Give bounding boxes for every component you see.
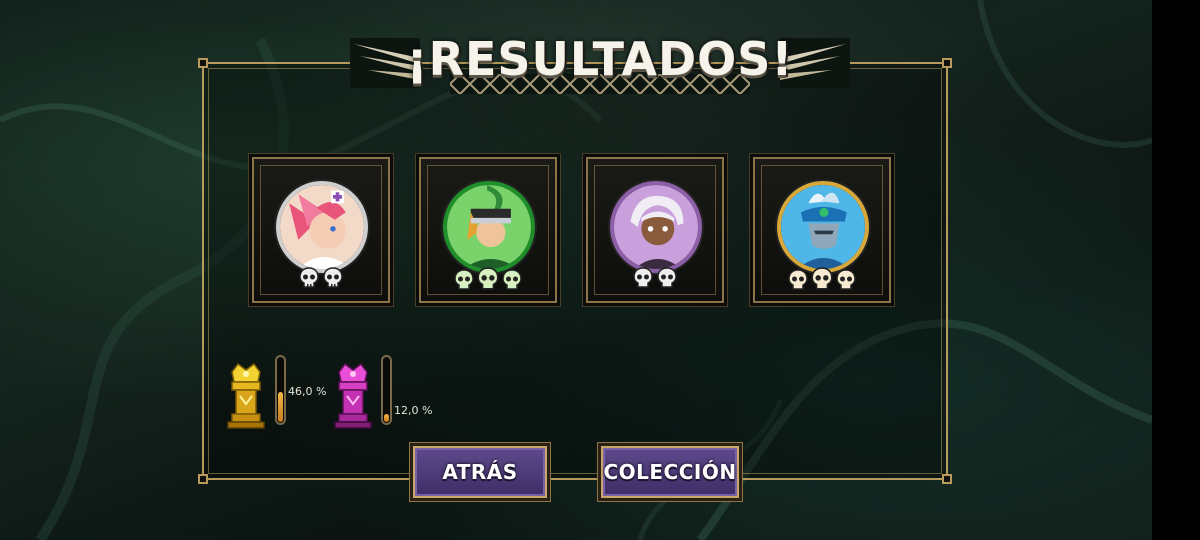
- skull-icon: [322, 267, 343, 288]
- panel-corner: [198, 58, 208, 68]
- progress-fill: [278, 391, 283, 422]
- hero-card[interactable]: [252, 157, 390, 303]
- hero-card[interactable]: [753, 157, 891, 303]
- hero-portrait: [777, 181, 869, 273]
- panel-corner: [942, 474, 952, 484]
- panel-corner: [942, 58, 952, 68]
- skull-rating: [755, 267, 889, 291]
- skull-icon: [299, 267, 320, 288]
- skull-icon: [454, 269, 474, 290]
- game-background: ¡RESULTADOS! 46,0 % 12,0 % ATRÁS COLECCI…: [0, 0, 1152, 540]
- white-hair-hero-icon: [614, 185, 698, 269]
- hero-card[interactable]: [586, 157, 724, 303]
- pink-trophy-progress: [381, 355, 392, 425]
- skull-rating: [421, 267, 555, 291]
- progress-fill: [384, 414, 389, 422]
- gold-trophy-percent: 46,0 %: [288, 385, 327, 398]
- skull-rating: [254, 267, 388, 291]
- back-button[interactable]: ATRÁS: [413, 446, 547, 498]
- blue-feather-hero-icon: [781, 185, 865, 269]
- hero-portrait: [276, 181, 368, 273]
- collection-button[interactable]: COLECCIÓN: [601, 446, 739, 498]
- hero-portrait: [443, 181, 535, 273]
- green-headdress-hero-icon: [447, 185, 531, 269]
- panel-corner: [198, 474, 208, 484]
- skull-icon: [656, 267, 677, 288]
- skull-icon: [811, 267, 833, 290]
- skull-icon: [788, 269, 808, 290]
- skull-rating: [588, 267, 722, 291]
- title-banner: ¡RESULTADOS!: [350, 30, 850, 100]
- hero-portrait: [610, 181, 702, 273]
- pink-nurse-hero-icon: [280, 185, 364, 269]
- gold-trophy-icon: [227, 362, 265, 429]
- skull-icon: [477, 267, 499, 290]
- pink-trophy-icon: [334, 362, 372, 429]
- hero-card[interactable]: [419, 157, 557, 303]
- pink-trophy-percent: 12,0 %: [394, 404, 433, 417]
- page-title: ¡RESULTADOS!: [406, 32, 794, 86]
- skull-icon: [502, 269, 522, 290]
- gold-trophy-progress: [275, 355, 286, 425]
- screen-side-bar: [1152, 0, 1200, 540]
- skull-icon: [836, 269, 856, 290]
- skull-icon: [633, 267, 654, 288]
